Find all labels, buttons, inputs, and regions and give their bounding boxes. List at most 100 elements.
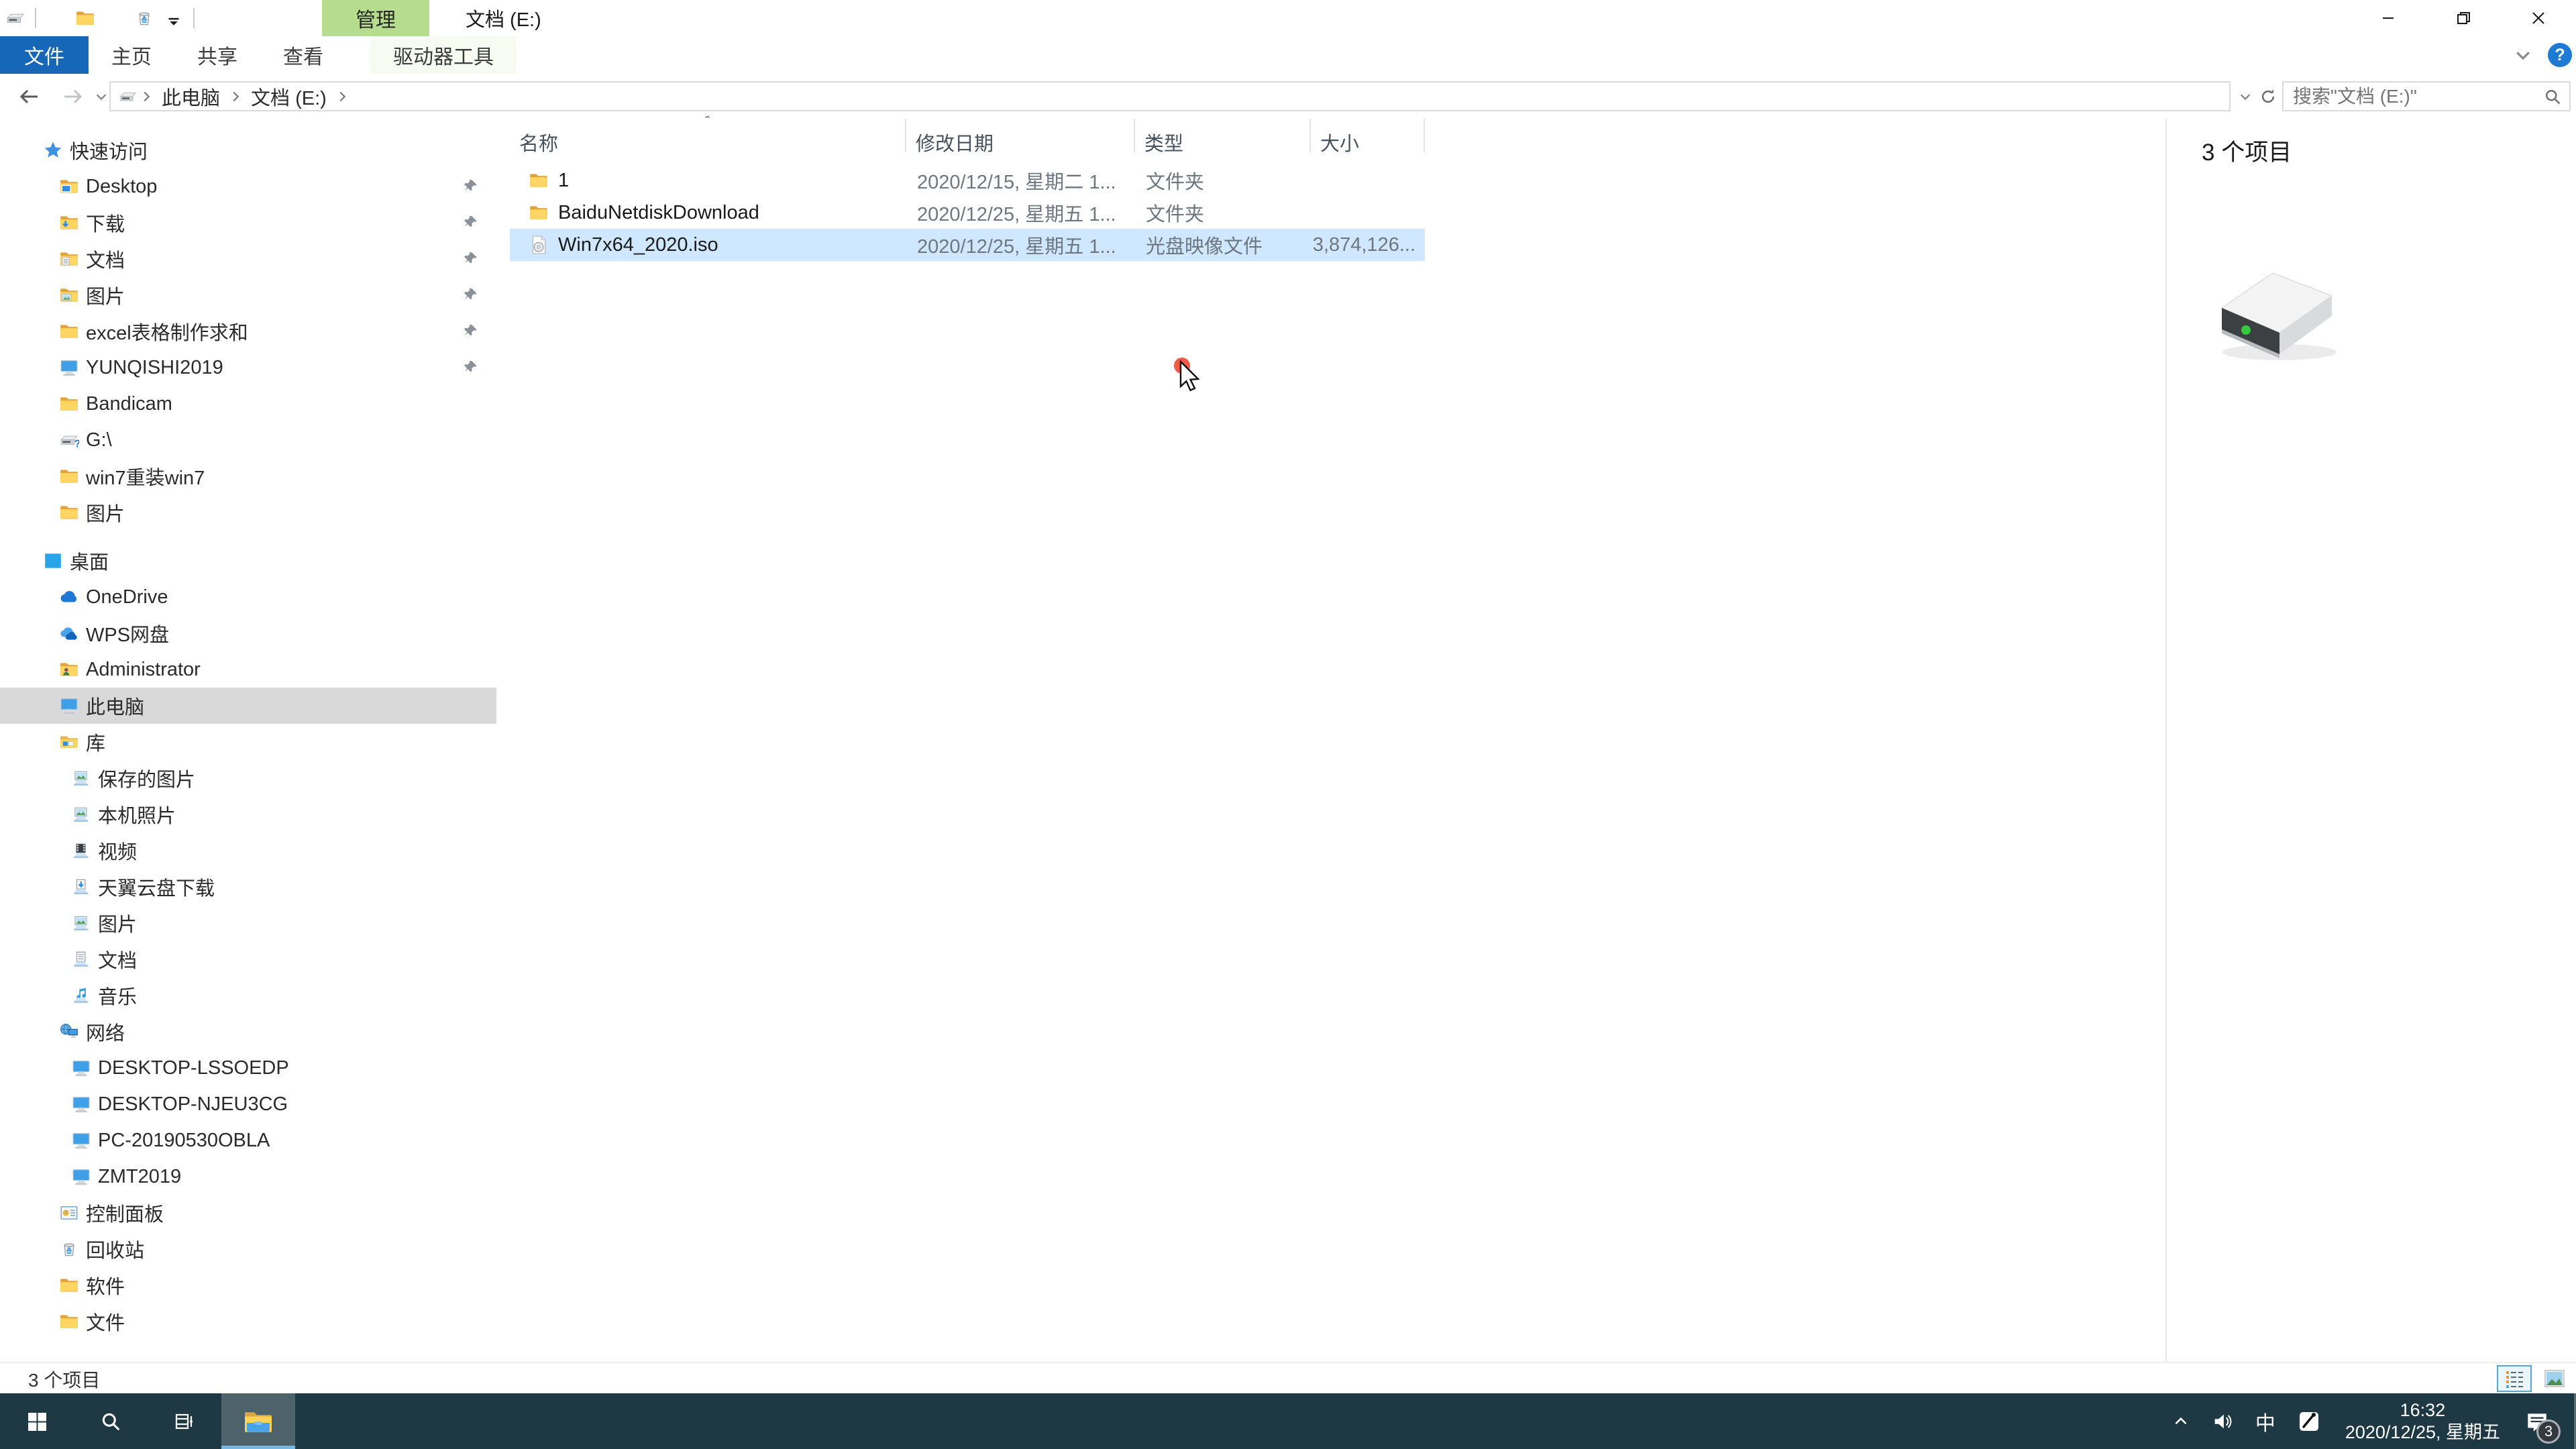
sidebar-item-保存的图片[interactable]: 保存的图片: [0, 760, 496, 796]
sidebar-item-图片[interactable]: 图片: [0, 905, 496, 941]
sidebar-item-本机照片[interactable]: 本机照片: [0, 796, 496, 833]
tab-文件[interactable]: 文件: [0, 36, 89, 74]
sidebar-item-DESKTOP-LSSOEDP[interactable]: DESKTOP-LSSOEDP: [0, 1050, 496, 1086]
details-view-button[interactable]: [2497, 1365, 2532, 1392]
sidebar-item-Administrator[interactable]: Administrator: [0, 651, 496, 688]
sidebar-item-PC-20190530OBLA[interactable]: PC-20190530OBLA: [0, 1122, 496, 1159]
sidebar-item-图片[interactable]: 图片: [0, 277, 496, 313]
sidebar-item-文件[interactable]: 文件: [0, 1303, 496, 1340]
sidebar-item-此电脑[interactable]: 此电脑: [0, 688, 496, 724]
address-bar[interactable]: 此电脑 文档 (E:): [109, 81, 2231, 111]
tab-共享[interactable]: 共享: [174, 36, 260, 74]
taskbar-search-icon[interactable]: [74, 1393, 148, 1449]
column-header-大小[interactable]: ˆ 大小: [1311, 119, 1425, 155]
file-explorer-taskbar-icon[interactable]: [221, 1393, 295, 1449]
breadcrumb-segment[interactable]: 文档 (E:): [244, 83, 333, 110]
minimize-button[interactable]: [2351, 0, 2426, 36]
sidebar-item-label: 本机照片: [98, 806, 176, 827]
sidebar-item-回收站[interactable]: 回收站: [0, 1231, 496, 1267]
breadcrumb-segment[interactable]: 此电脑: [155, 83, 227, 110]
file-row-BaiduNetdiskDownload[interactable]: BaiduNetdiskDownload 2020/12/25, 星期五 1..…: [510, 197, 1425, 229]
volume-icon[interactable]: [2200, 1393, 2245, 1449]
delete-icon[interactable]: [105, 8, 125, 28]
sidebar-item-G:\[interactable]: G:\: [0, 422, 496, 458]
forward-button[interactable]: [55, 74, 90, 119]
search-input[interactable]: [2284, 85, 2535, 107]
thumbnail-view-button[interactable]: [2537, 1365, 2572, 1392]
mouse-cursor: [1171, 355, 1225, 415]
action-center-icon[interactable]: 3: [2514, 1393, 2567, 1449]
task-view-icon[interactable]: [148, 1393, 221, 1449]
file-name-cell[interactable]: BaiduNetdiskDownload: [510, 202, 906, 224]
sidebar-item-网络[interactable]: 网络: [0, 1014, 496, 1050]
sidebar-item-ZMT2019[interactable]: ZMT2019: [0, 1159, 496, 1195]
sidebar-item-OneDrive[interactable]: OneDrive: [0, 579, 496, 615]
sidebar-item-YUNQISHI2019[interactable]: YUNQISHI2019: [0, 350, 496, 386]
sidebar-item-icon: [59, 587, 79, 607]
column-header-row: ˆ 名称 ˆ 修改日期 ˆ 类型 ˆ 大小: [510, 113, 1425, 162]
sidebar-item-库[interactable]: 库: [0, 724, 496, 760]
tab-主页[interactable]: 主页: [89, 36, 174, 74]
file-icon: [529, 203, 549, 223]
address-dropdown-icon[interactable]: [2234, 81, 2257, 111]
file-row-Win7x64_2020.iso[interactable]: Win7x64_2020.iso 2020/12/25, 星期五 1... 光盘…: [510, 229, 1425, 261]
column-header-修改日期[interactable]: ˆ 修改日期: [906, 119, 1135, 155]
column-header-类型[interactable]: ˆ 类型: [1135, 119, 1311, 155]
sidebar-item-视频[interactable]: 视频: [0, 833, 496, 869]
sidebar-item-Bandicam[interactable]: Bandicam: [0, 386, 496, 422]
sidebar-item-label: YUNQISHI2019: [86, 356, 223, 378]
sidebar-item-Desktop[interactable]: Desktop: [0, 168, 496, 205]
back-button[interactable]: [12, 74, 47, 119]
close-button[interactable]: [2501, 0, 2576, 36]
sidebar-item-WPS网盘[interactable]: WPS网盘: [0, 615, 496, 651]
sidebar-item-excel表格制作求和[interactable]: excel表格制作求和: [0, 313, 496, 350]
sidebar-item-win7重装win7[interactable]: win7重装win7: [0, 458, 496, 494]
column-header-名称[interactable]: ˆ 名称: [510, 113, 906, 155]
sidebar-item-图片[interactable]: 图片: [0, 494, 496, 531]
sidebar-item-快速访问[interactable]: 快速访问: [0, 132, 496, 168]
contextual-tab-manage[interactable]: 管理: [322, 0, 429, 36]
sidebar-item-下载[interactable]: 下载: [0, 205, 496, 241]
sidebar-item-桌面[interactable]: 桌面: [0, 543, 496, 579]
file-icon: [529, 170, 549, 191]
ink-workspace-icon[interactable]: [2286, 1393, 2332, 1449]
file-size-cell: 3,874,126...: [1312, 233, 1415, 256]
details-item-count: 3 个项目: [2202, 140, 2292, 166]
sidebar-item-音乐[interactable]: 音乐: [0, 977, 496, 1014]
file-name-cell[interactable]: Win7x64_2020.iso: [510, 234, 906, 256]
sidebar-item-label: 此电脑: [86, 697, 145, 718]
ime-indicator[interactable]: 中: [2245, 1393, 2286, 1449]
ribbon-collapse-icon[interactable]: [2513, 45, 2533, 65]
sidebar-item-文档[interactable]: 文档: [0, 241, 496, 277]
sidebar-item-文档[interactable]: 文档: [0, 941, 496, 977]
sidebar-item-DESKTOP-NJEU3CG[interactable]: DESKTOP-NJEU3CG: [0, 1086, 496, 1122]
caret-down-icon[interactable]: [164, 8, 184, 28]
sidebar-item-icon: [71, 1058, 91, 1078]
folder-icon[interactable]: [75, 8, 95, 28]
file-row-1[interactable]: 1 2020/12/15, 星期二 1... 文件夹: [510, 164, 1425, 197]
sidebar-item-icon: [71, 804, 91, 824]
recycle-bin-icon[interactable]: [134, 8, 154, 28]
help-icon[interactable]: ?: [2548, 43, 2572, 67]
start-button[interactable]: [0, 1393, 74, 1449]
pin-icon: [462, 323, 479, 340]
check-document-icon[interactable]: [46, 8, 66, 28]
sidebar-item-icon: [59, 1022, 79, 1042]
sidebar-item-软件[interactable]: 软件: [0, 1267, 496, 1303]
taskbar-clock[interactable]: 16:32 2020/12/25, 星期五: [2332, 1399, 2514, 1444]
restore-button[interactable]: [2426, 0, 2501, 36]
sidebar-item-label: 下载: [86, 214, 125, 235]
refresh-icon[interactable]: [2255, 81, 2281, 111]
drive-icon[interactable]: [5, 8, 25, 28]
tab-驱动器工具[interactable]: 驱动器工具: [370, 36, 517, 74]
file-name-cell[interactable]: 1: [510, 170, 906, 192]
sidebar-item-label: OneDrive: [86, 586, 168, 608]
sidebar-item-控制面板[interactable]: 控制面板: [0, 1195, 496, 1231]
search-box[interactable]: [2282, 81, 2571, 111]
pin-icon: [462, 359, 479, 376]
sidebar-item-天翼云盘下载[interactable]: 天翼云盘下载: [0, 869, 496, 905]
search-icon[interactable]: [2535, 87, 2570, 106]
sidebar-item-label: 回收站: [86, 1240, 145, 1262]
tab-查看[interactable]: 查看: [260, 36, 346, 74]
tray-chevron-up-icon[interactable]: [2161, 1393, 2200, 1449]
